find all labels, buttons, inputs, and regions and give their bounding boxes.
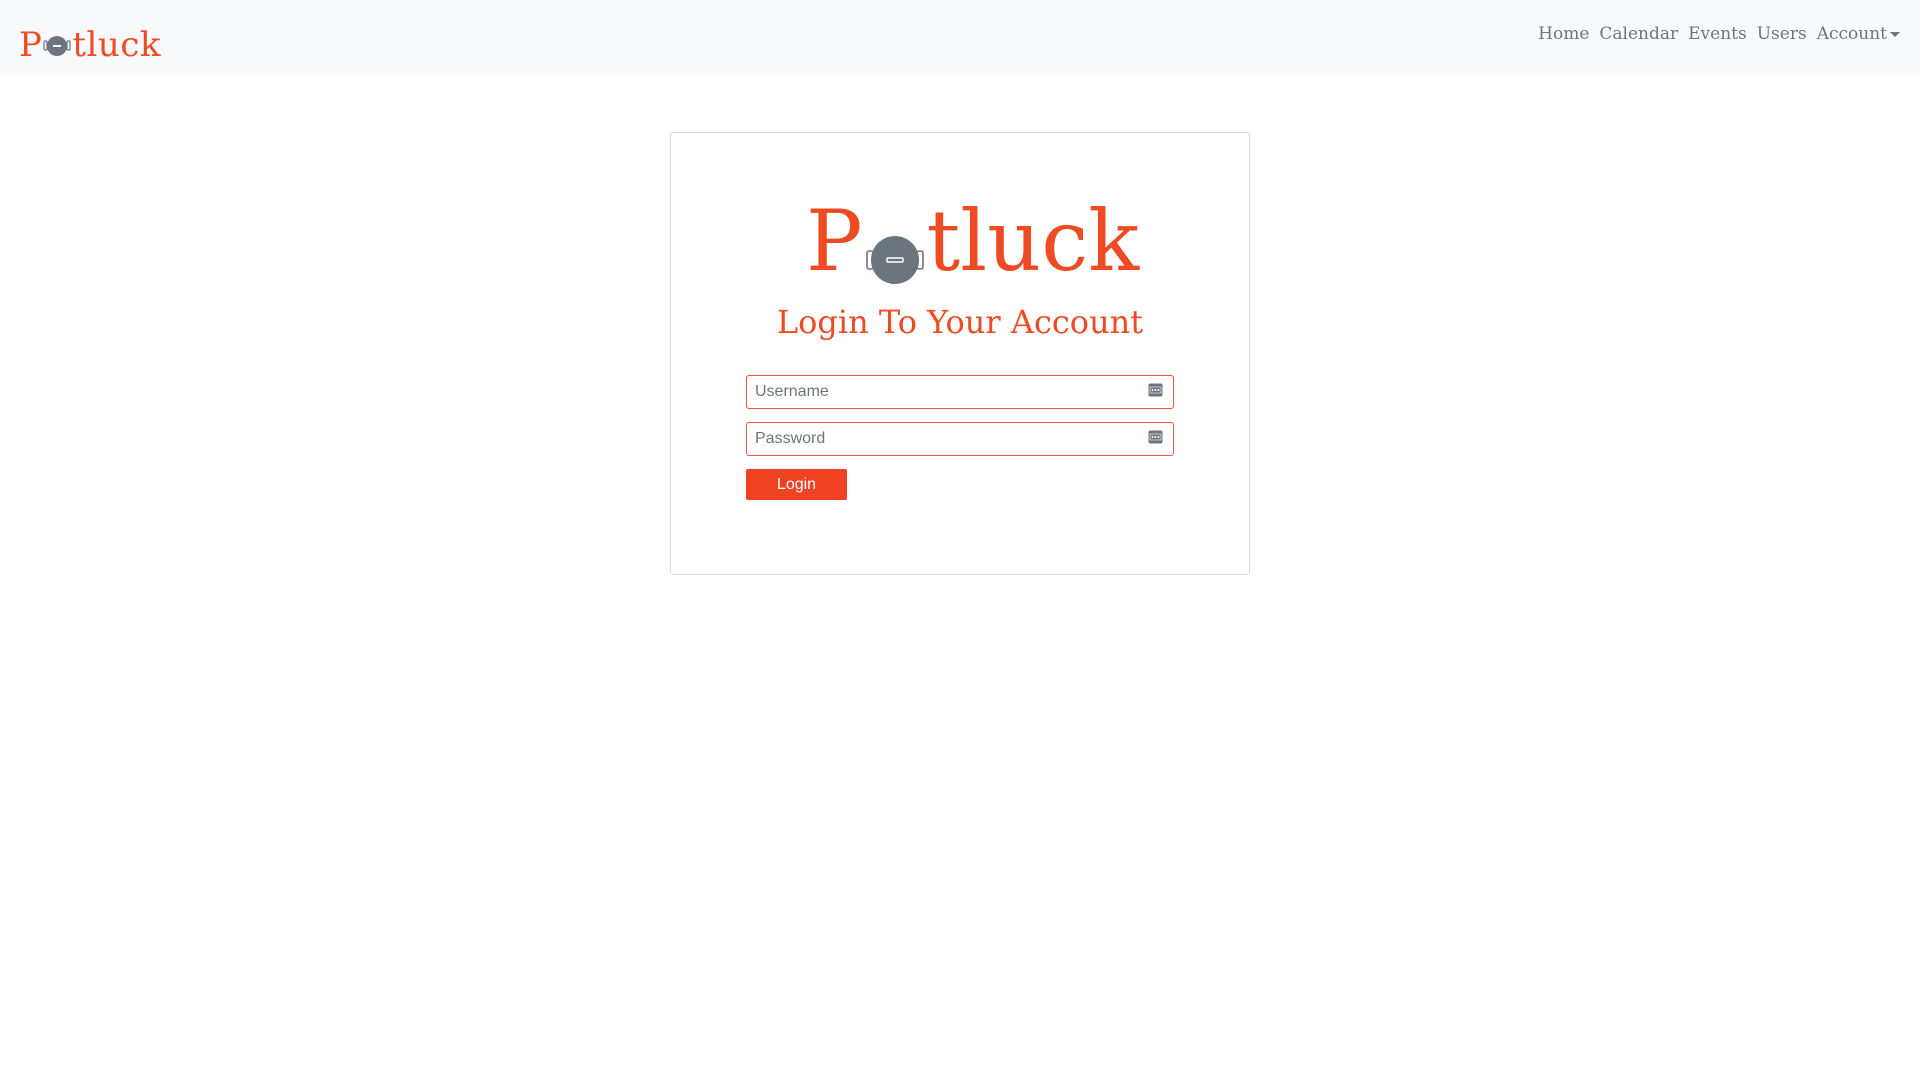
nav-account-dropdown[interactable]: Account [1812,24,1905,44]
nav-calendar[interactable]: Calendar [1594,24,1683,44]
username-input[interactable] [747,376,1173,408]
nav-users[interactable]: Users [1752,24,1812,44]
logo-text-suffix: tluck [926,192,1140,290]
nav-events[interactable]: Events [1683,24,1752,44]
login-card: P tluck Login To Your Account Username L… [670,132,1250,575]
logo-text-prefix: P [806,192,863,290]
login-button[interactable]: Login [746,469,847,500]
password-manager-key-icon[interactable] [1148,430,1163,444]
username-field-wrapper [746,375,1174,409]
cooking-pot-icon [43,32,71,60]
nav-home[interactable]: Home [1533,24,1594,44]
caret-down-icon [1890,31,1900,37]
cooking-pot-icon [865,219,925,284]
nav-links: Home Calendar Events Users Account [1533,24,1905,44]
navbar: P tluck Home Calendar Events Users Accou… [0,0,1920,73]
password-field-wrapper [746,422,1174,456]
brand-text-prefix: P [19,25,43,65]
login-logo: P tluck [806,192,1140,290]
brand-text-suffix: tluck [72,25,161,65]
nav-account-label: Account [1816,24,1887,44]
password-input[interactable] [747,423,1173,455]
login-title: Login To Your Account [776,303,1144,341]
password-manager-key-icon[interactable] [1148,383,1163,397]
brand-logo[interactable]: P tluck [19,12,161,62]
